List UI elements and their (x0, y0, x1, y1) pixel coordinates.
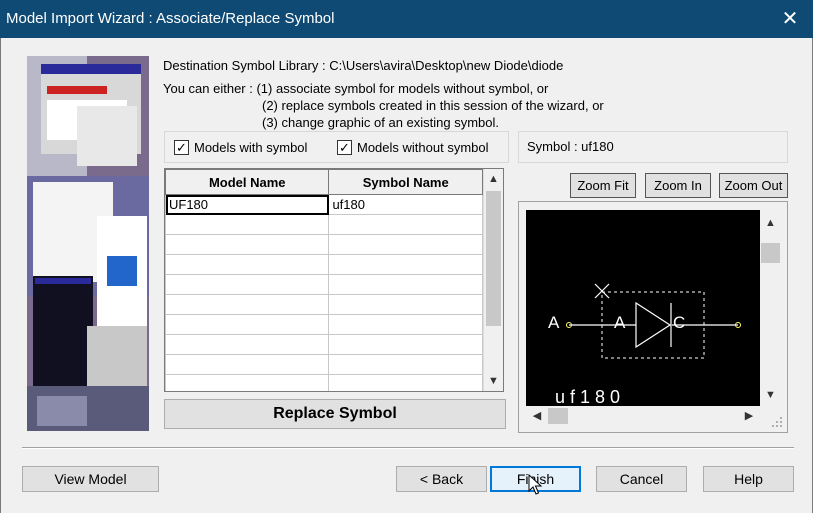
instructions: You can either : (1) associate symbol fo… (163, 80, 604, 131)
models-with-symbol-label[interactable]: Models with symbol (194, 140, 307, 155)
destination-label: Destination Symbol Library : (163, 58, 326, 73)
table-row[interactable]: UF180 uf180 (165, 194, 483, 215)
scroll-down-icon[interactable]: ▼ (760, 386, 781, 404)
model-name-cell[interactable] (165, 314, 330, 335)
pin-a-label: A (548, 313, 560, 332)
model-name-cell[interactable] (165, 274, 330, 295)
preview-vertical-scrollbar[interactable]: ▲ ▼ (760, 210, 781, 406)
resize-grip-icon[interactable] (771, 416, 783, 428)
symbol-name-cell[interactable] (328, 274, 483, 295)
symbol-name-cell[interactable]: uf180 (328, 194, 483, 215)
scroll-left-icon[interactable]: ◀ (528, 406, 546, 426)
model-name-cell[interactable]: UF180 (165, 194, 330, 215)
instruction-line-2: (2) replace symbols created in this sess… (262, 98, 604, 113)
instruction-line-3: (3) change graphic of an existing symbol… (262, 115, 500, 130)
destination-path: C:\Users\avira\Desktop\new Diode\diode (329, 58, 564, 73)
instruction-line-1: You can either : (1) associate symbol fo… (163, 81, 549, 96)
model-symbol-table[interactable]: Model Name Symbol Name UF180 uf180 ▲ ▼ (164, 168, 504, 392)
table-row[interactable] (165, 234, 483, 255)
symbol-name-cell[interactable] (328, 294, 483, 315)
models-without-symbol-label[interactable]: Models without symbol (357, 140, 489, 155)
anode-label: A (614, 313, 626, 332)
cancel-button[interactable]: Cancel (596, 466, 687, 492)
symbol-name-cell[interactable] (328, 374, 483, 391)
scroll-down-icon[interactable]: ▼ (484, 371, 503, 391)
table-row[interactable] (165, 274, 483, 295)
model-name-cell[interactable] (165, 334, 330, 355)
model-name-cell[interactable] (165, 354, 330, 375)
table-scroll-thumb[interactable] (486, 191, 501, 326)
symbol-name-cell[interactable] (328, 234, 483, 255)
zoom-fit-button[interactable]: Zoom Fit (570, 173, 636, 198)
models-with-symbol-checkbox[interactable]: ✓ (174, 140, 189, 155)
symbol-name-cell[interactable] (328, 314, 483, 335)
preview-vscroll-thumb[interactable] (761, 243, 780, 263)
cathode-label: C (673, 313, 685, 332)
model-name-cell[interactable] (165, 214, 330, 235)
scroll-right-icon[interactable]: ▶ (740, 406, 758, 426)
symbol-name-cell[interactable] (328, 354, 483, 375)
help-button[interactable]: Help (703, 466, 794, 492)
model-name-cell[interactable] (165, 234, 330, 255)
window-title: Model Import Wizard : Associate/Replace … (6, 10, 335, 27)
model-name-cell[interactable] (165, 374, 330, 391)
models-without-symbol-checkbox[interactable]: ✓ (337, 140, 352, 155)
table-row[interactable] (165, 294, 483, 315)
symbol-name-cell[interactable] (328, 254, 483, 275)
table-row[interactable] (165, 334, 483, 355)
zoom-out-button[interactable]: Zoom Out (719, 173, 788, 198)
symbol-name-label: Symbol : uf180 (527, 139, 614, 154)
close-icon[interactable]: ✕ (775, 5, 805, 33)
back-button[interactable]: < Back (396, 466, 487, 492)
title-bar: Model Import Wizard : Associate/Replace … (0, 0, 813, 38)
destination-library: Destination Symbol Library : C:\Users\av… (163, 58, 563, 73)
preview-hscroll-thumb[interactable] (548, 408, 568, 424)
preview-horizontal-scrollbar[interactable]: ◀ ▶ (526, 406, 760, 426)
footer-separator (22, 447, 794, 449)
scroll-up-icon[interactable]: ▲ (484, 169, 503, 189)
column-header-model-name[interactable]: Model Name (165, 169, 330, 195)
table-row[interactable] (165, 314, 483, 335)
mouse-pointer-icon (528, 474, 543, 495)
table-row[interactable] (165, 354, 483, 375)
scroll-up-icon[interactable]: ▲ (760, 214, 781, 232)
symbol-name-cell[interactable] (328, 334, 483, 355)
table-row[interactable] (165, 374, 483, 391)
view-model-button[interactable]: View Model (22, 466, 159, 492)
table-scrollbar[interactable]: ▲ ▼ (483, 169, 503, 391)
symbol-name-cell[interactable] (328, 214, 483, 235)
table-row[interactable] (165, 214, 483, 235)
column-header-symbol-name[interactable]: Symbol Name (328, 169, 483, 195)
zoom-in-button[interactable]: Zoom In (645, 173, 711, 198)
filter-panel: ✓ Models with symbol ✓ Models without sy… (164, 131, 509, 163)
table-row[interactable] (165, 254, 483, 275)
symbol-preview-canvas[interactable]: A A C u f 1 8 0 (526, 210, 760, 406)
symbol-preview-panel: A A C u f 1 8 0 ▲ ▼ ◀ ▶ (518, 201, 788, 433)
model-name-cell[interactable] (165, 254, 330, 275)
replace-symbol-button[interactable]: Replace Symbol (164, 399, 506, 429)
symbol-name-panel: Symbol : uf180 (518, 131, 788, 163)
wizard-side-image (27, 56, 149, 431)
model-name-cell[interactable] (165, 294, 330, 315)
part-name-label: u f 1 8 0 (555, 387, 620, 406)
